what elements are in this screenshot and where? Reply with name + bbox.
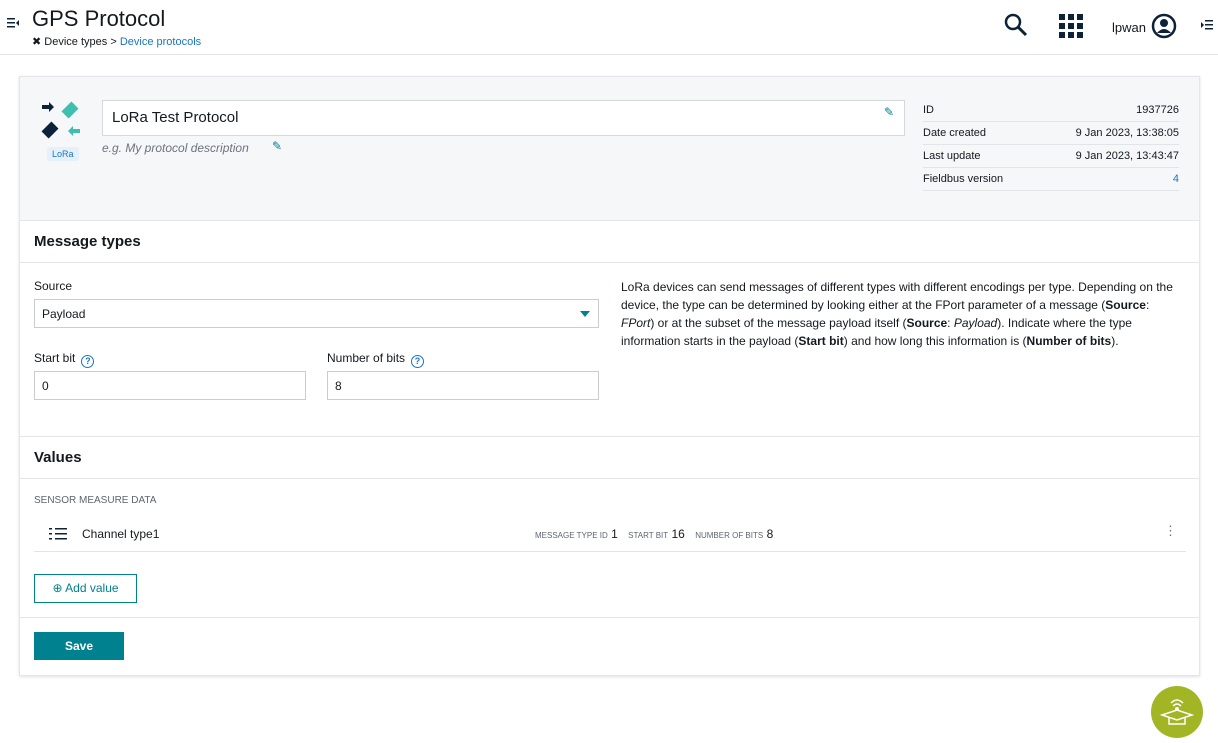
page-title: GPS Protocol [32,6,166,31]
protocol-name-input[interactable]: LoRa Test Protocol [102,100,905,136]
breadcrumb-separator: > [110,36,117,48]
user-name[interactable]: lpwan [1112,20,1146,35]
breadcrumb-parent[interactable]: Device types [44,36,107,48]
protocol-description-input[interactable]: e.g. My protocol description [102,141,249,155]
help-icon[interactable]: ? [81,355,95,368]
chevron-down-icon [580,311,590,317]
meta-last-update: Last update 9 Jan 2023, 13:43:47 [923,145,1179,168]
more-options-icon[interactable]: ⋮ [1164,523,1177,539]
start-bit-label: Start bit? [34,351,95,368]
list-icon [49,527,67,544]
edit-name-pencil-icon[interactable]: ✎ [884,105,894,119]
values-heading: Values [20,437,1199,479]
plus-circle-icon: ⊕ [52,581,63,595]
message-types-help-text: LoRa devices can send messages of differ… [621,280,1173,348]
protocol-metadata: ID 1937726 Date created 9 Jan 2023, 13:38:… [923,99,1179,191]
protocol-header: LoRa LoRa Test Protocol ✎ e.g. My protoc… [20,77,1199,221]
value-name: Channel type1 [82,527,160,541]
lora-protocol-icon [40,99,84,146]
start-bit-input[interactable]: 0 [34,371,306,400]
toggle-left-nav-icon[interactable] [6,16,20,30]
breadcrumb: ✖ Device types > Device protocols [32,35,201,48]
meta-fieldbus-version: Fieldbus version 4 [923,168,1179,191]
top-bar: GPS Protocol ✖ Device types > Device pro… [0,0,1218,55]
values-group-label: SENSOR MEASURE DATA [34,495,157,506]
app-switcher-icon[interactable] [1058,13,1084,39]
user-avatar-icon[interactable] [1151,13,1177,39]
number-of-bits-label: Number of bits? [327,351,425,368]
add-value-button[interactable]: ⊕ Add value [34,574,137,603]
message-types-heading: Message types [20,221,1199,263]
device-types-icon: ✖ [32,36,42,48]
help-center-graduation-cap-icon[interactable] [1151,686,1203,738]
value-details: MESSAGE TYPE ID 1 START BIT 16 NUMBER OF… [535,527,774,541]
edit-description-pencil-icon[interactable]: ✎ [272,139,282,153]
number-of-bits-input[interactable]: 8 [327,371,599,400]
search-icon[interactable] [1003,12,1029,38]
meta-date-created: Date created 9 Jan 2023, 13:38:05 [923,122,1179,145]
save-button[interactable]: Save [34,632,124,660]
protocol-card: LoRa LoRa Test Protocol ✎ e.g. My protoc… [19,76,1200,676]
source-select[interactable]: Payload [34,299,599,328]
source-label: Source [34,279,73,293]
source-value: Payload [42,307,86,321]
lora-badge: LoRa [47,147,79,161]
meta-id: ID 1937726 [923,99,1179,122]
value-row[interactable]: Channel type1 MESSAGE TYPE ID 1 START BI… [34,517,1186,552]
toggle-right-drawer-icon[interactable] [1199,18,1213,32]
breadcrumb-current[interactable]: Device protocols [120,36,201,48]
help-icon[interactable]: ? [411,355,425,368]
